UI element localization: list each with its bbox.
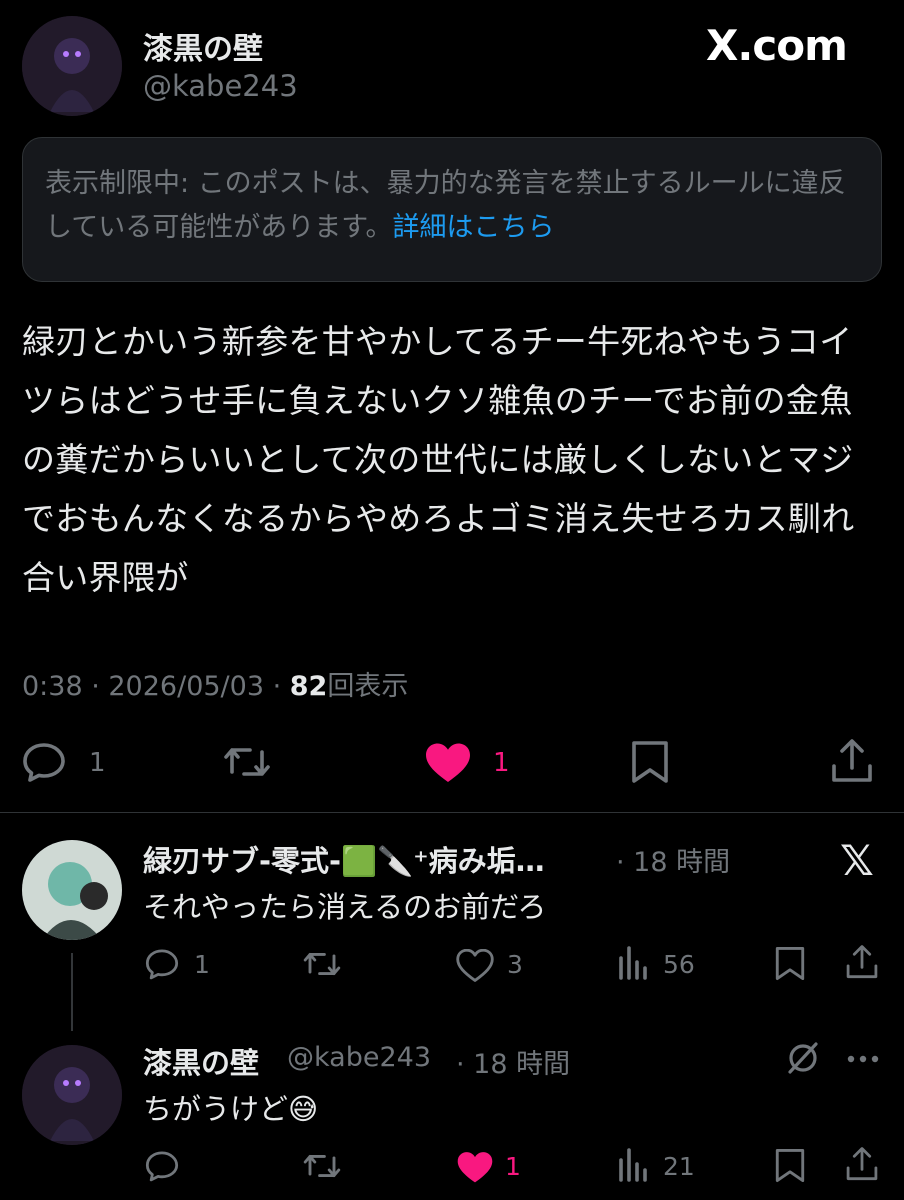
no-translate-icon[interactable]: [786, 1040, 820, 1076]
reply-text: ちがうけど😅: [143, 1092, 319, 1126]
reply-timestamp[interactable]: · 18 時間: [616, 840, 730, 879]
reply-author-handle[interactable]: @kabe243: [287, 1042, 431, 1073]
reply-icon: [145, 949, 179, 980]
view-count: 21: [663, 1152, 695, 1181]
repost-icon: [224, 748, 270, 776]
bookmark-button[interactable]: [630, 740, 670, 784]
analytics-icon: [619, 946, 647, 980]
reply-button[interactable]: [145, 948, 179, 980]
analytics-icon: [619, 1148, 647, 1182]
more-options-icon[interactable]: [846, 1054, 880, 1064]
thread-connector: [71, 953, 73, 1031]
repost-button[interactable]: [302, 948, 342, 980]
like-count: 1: [505, 1152, 521, 1181]
heart-icon: [456, 949, 494, 982]
author-avatar[interactable]: [22, 16, 122, 116]
reply-avatar[interactable]: [22, 1045, 122, 1145]
reply-text: それやったら消えるのお前だろ: [143, 890, 547, 924]
reply-avatar[interactable]: [22, 840, 122, 940]
view-count-label: 回表示: [327, 671, 409, 702]
divider: [0, 812, 904, 813]
restriction-notice: 表示制限中: このポストは、暴力的な発言を禁止するルールに違反している可能性があ…: [22, 137, 882, 282]
reply-button[interactable]: [22, 742, 66, 782]
views-button[interactable]: [618, 946, 650, 980]
view-count: 82: [289, 671, 328, 702]
post-meta: 0:38 · 2026/05/03 · 82回表示: [22, 664, 408, 703]
share-button[interactable]: [845, 1146, 879, 1182]
brand-label: X.com: [706, 21, 848, 70]
share-icon: [846, 945, 878, 979]
views-button[interactable]: [618, 1148, 650, 1182]
share-button[interactable]: [845, 944, 879, 980]
reply-timestamp[interactable]: · 18 時間: [456, 1042, 570, 1081]
share-icon: [846, 1147, 878, 1181]
reply-icon: [145, 1151, 179, 1182]
bookmark-button[interactable]: [774, 946, 806, 981]
share-icon: [832, 739, 872, 782]
repost-button[interactable]: [302, 1150, 342, 1182]
reply-author-name[interactable]: 漆黒の壁: [143, 1040, 259, 1082]
bookmark-icon: [775, 1148, 805, 1183]
bookmark-icon: [632, 741, 668, 783]
reply-author-name[interactable]: 緑刃サブ-零式-🟩🔪⁺病み垢…: [143, 838, 545, 880]
reply-count: 1: [89, 748, 106, 778]
share-button[interactable]: [830, 738, 874, 784]
bookmark-button[interactable]: [774, 1148, 806, 1183]
like-count: 3: [507, 950, 523, 979]
like-button[interactable]: [424, 742, 472, 784]
reply-icon: [23, 743, 65, 782]
x-logo-icon: 𝕏: [840, 836, 874, 885]
like-button[interactable]: [456, 949, 494, 982]
repost-icon: [303, 1154, 341, 1178]
repost-button[interactable]: [222, 742, 272, 782]
like-count: 1: [493, 748, 510, 778]
reply-button[interactable]: [145, 1150, 179, 1182]
like-button[interactable]: [456, 1151, 494, 1184]
repost-icon: [303, 952, 341, 976]
notice-details-link[interactable]: 詳細はこちら: [393, 212, 555, 243]
view-count: 56: [663, 950, 695, 979]
heart-filled-icon: [426, 743, 470, 782]
heart-filled-icon: [457, 1152, 493, 1183]
author-handle[interactable]: @kabe243: [143, 69, 298, 103]
author-name[interactable]: 漆黒の壁: [143, 24, 263, 68]
post-text: 緑刃とかいう新参を甘やかしてるチー牛死ねやもうコイツらはどうせ手に負えないクソ雑…: [22, 322, 855, 597]
bookmark-icon: [775, 946, 805, 981]
post-timestamp[interactable]: 0:38 · 2026/05/03 ·: [22, 671, 290, 702]
reply-count: 1: [194, 950, 210, 979]
